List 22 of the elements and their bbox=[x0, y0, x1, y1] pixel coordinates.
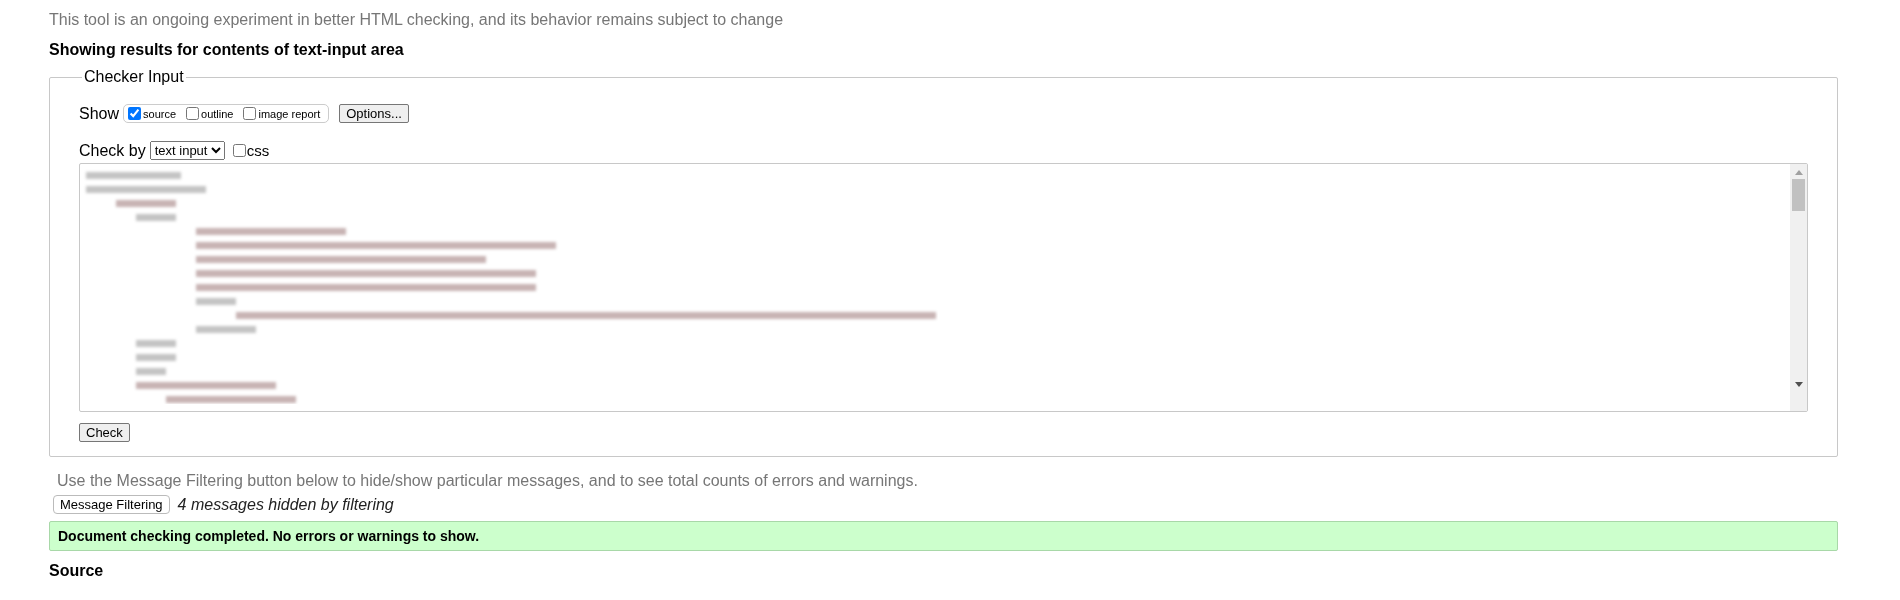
checkbox[interactable] bbox=[232, 144, 246, 157]
status-banner: Document checking completed. No errors or warnings to show. bbox=[49, 521, 1838, 551]
show-option[interactable]: image report bbox=[243, 107, 321, 120]
css-option[interactable]: css bbox=[232, 142, 270, 159]
source-heading: Source bbox=[49, 561, 105, 581]
checkbox[interactable] bbox=[128, 107, 142, 120]
check-by-label: Check by bbox=[79, 141, 146, 160]
scrollbar[interactable] bbox=[1790, 164, 1807, 411]
filter-note: Use the Message Filtering button below to hide/show particular messages, and to see total counts of errors and warnings. bbox=[57, 471, 919, 491]
show-option[interactable]: source bbox=[128, 107, 177, 120]
check-by-dropdown[interactable]: text input bbox=[149, 141, 225, 160]
options-button[interactable]: Options... bbox=[339, 104, 409, 123]
show-option[interactable]: outline bbox=[186, 107, 234, 120]
message-filtering-button[interactable]: Message Filtering bbox=[53, 495, 170, 514]
show-label: Show bbox=[79, 104, 120, 123]
check-button[interactable]: Check bbox=[79, 423, 130, 442]
hidden-count-text: 4 messages hidden by filtering bbox=[177, 495, 394, 514]
checkbox[interactable] bbox=[243, 107, 257, 120]
panel-legend: Checker Input bbox=[82, 68, 186, 86]
intro-text: This tool is an ongoing experiment in better HTML checking, and its behavior remains subject to change bbox=[49, 10, 785, 30]
results-heading: Showing results for contents of text-input area bbox=[49, 40, 405, 60]
checkbox[interactable] bbox=[186, 107, 200, 120]
